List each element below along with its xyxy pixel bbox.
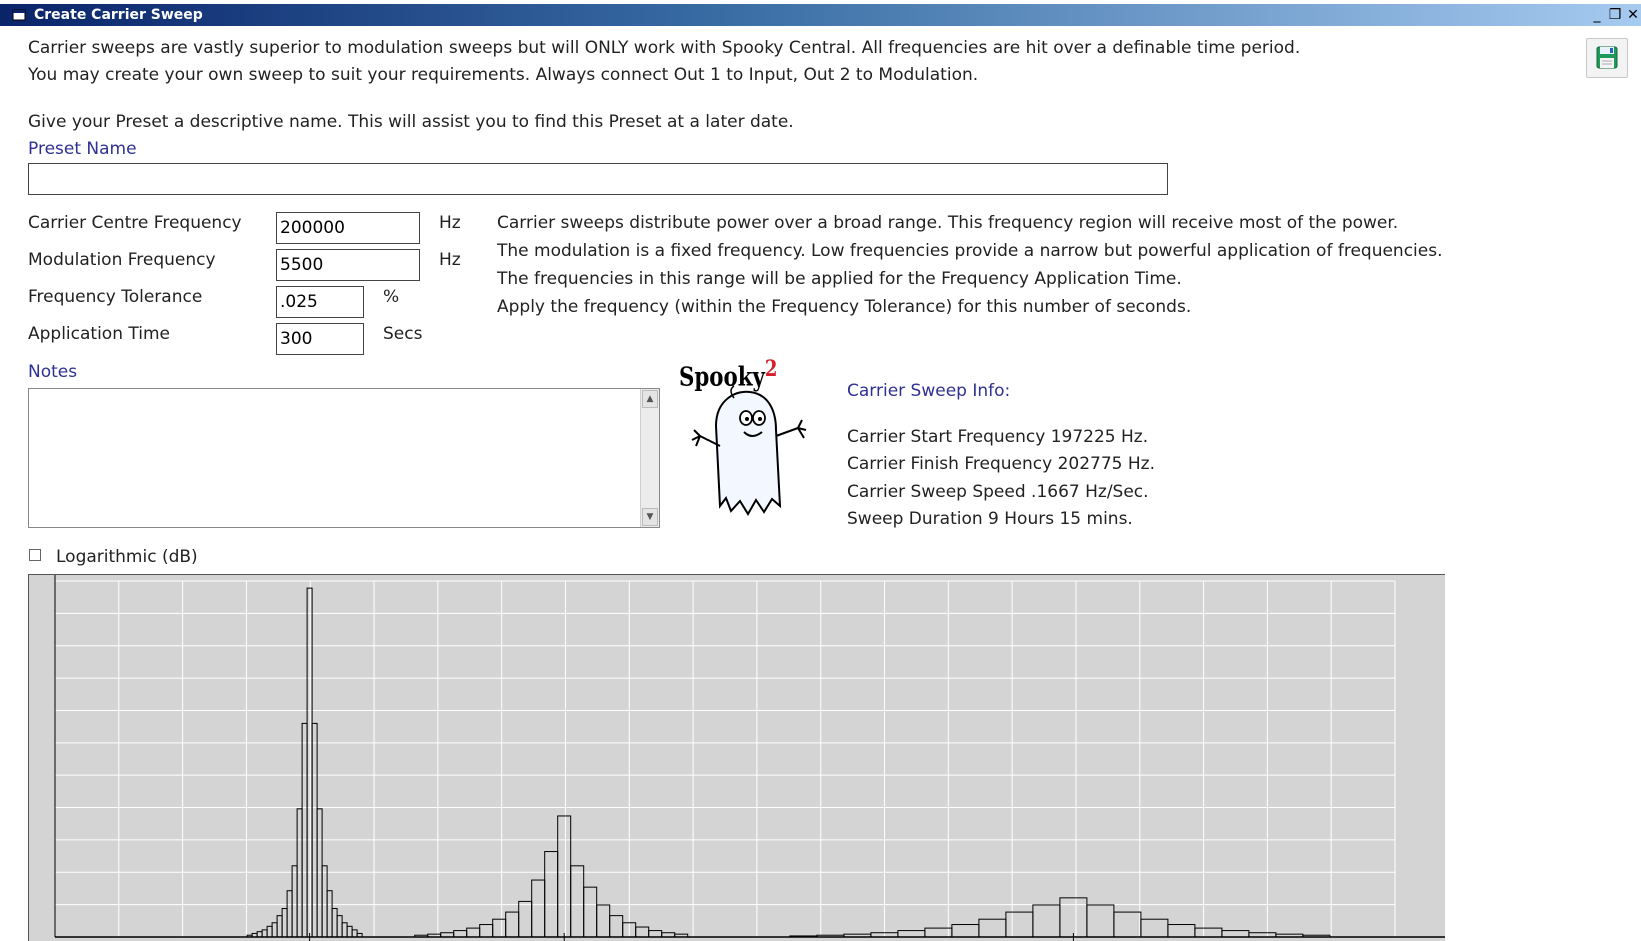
minimize-button[interactable]: _ xyxy=(1589,7,1605,23)
save-button[interactable] xyxy=(1586,38,1628,78)
application-time-input[interactable] xyxy=(276,323,364,355)
sweep-duration: Sweep Duration 9 Hours 15 mins. xyxy=(847,509,1133,529)
scroll-down-icon[interactable]: ▼ xyxy=(642,508,658,526)
window-controls: _ ❒ ✕ xyxy=(1571,4,1641,28)
preset-name-label: Preset Name xyxy=(28,139,137,159)
close-button[interactable]: ✕ xyxy=(1625,7,1641,23)
title-bar: Create Carrier Sweep xyxy=(0,4,1641,26)
sweep-speed: Carrier Sweep Speed .1667 Hz/Sec. xyxy=(847,482,1149,502)
help-line-3: The frequencies in this range will be ap… xyxy=(497,269,1182,289)
modulation-unit: Hz xyxy=(439,250,461,270)
app-icon xyxy=(12,9,26,21)
frequency-tolerance-input[interactable] xyxy=(276,286,364,318)
window-title: Create Carrier Sweep xyxy=(34,7,203,23)
carrier-centre-label: Carrier Centre Frequency xyxy=(28,213,242,233)
sweep-start-frequency: Carrier Start Frequency 197225 Hz. xyxy=(847,427,1149,447)
frequency-tolerance-label: Frequency Tolerance xyxy=(28,287,203,307)
ghost-icon xyxy=(691,385,807,516)
sweep-info-heading: Carrier Sweep Info: xyxy=(847,381,1011,401)
help-line-1: Carrier sweeps distribute power over a b… xyxy=(497,213,1399,233)
logarithmic-checkbox[interactable] xyxy=(29,549,41,561)
intro-line-2: You may create your own sweep to suit yo… xyxy=(28,65,979,85)
floppy-disk-icon xyxy=(1596,46,1618,69)
scroll-up-icon[interactable]: ▲ xyxy=(642,390,658,408)
sweep-finish-frequency: Carrier Finish Frequency 202775 Hz. xyxy=(847,454,1155,474)
chart-grid xyxy=(54,575,1445,938)
intro-line-1: Carrier sweeps are vastly superior to mo… xyxy=(28,38,1301,58)
frequency-chart xyxy=(28,574,1445,941)
notes-textarea[interactable]: ▲ ▼ xyxy=(28,388,660,528)
modulation-frequency-input[interactable] xyxy=(276,249,420,281)
intro-line-3: Give your Preset a descriptive name. Thi… xyxy=(28,112,794,132)
spooky-logo: Spooky2 xyxy=(676,356,816,536)
plot-area xyxy=(55,581,1395,937)
preset-name-input[interactable] xyxy=(28,163,1168,195)
carrier-centre-unit: Hz xyxy=(439,213,461,233)
carrier-centre-input[interactable] xyxy=(276,212,420,244)
logarithmic-label: Logarithmic (dB) xyxy=(56,547,198,567)
modulation-frequency-label: Modulation Frequency xyxy=(28,250,216,270)
notes-scrollbar[interactable]: ▲ ▼ xyxy=(640,389,659,527)
application-time-label: Application Time xyxy=(28,324,170,344)
help-line-2: The modulation is a fixed frequency. Low… xyxy=(497,241,1443,261)
tolerance-unit: % xyxy=(383,287,400,307)
chart-plot xyxy=(54,575,1445,941)
notes-label: Notes xyxy=(28,362,78,382)
restore-button[interactable]: ❒ xyxy=(1607,7,1623,23)
application-time-unit: Secs xyxy=(383,324,423,344)
help-line-4: Apply the frequency (within the Frequenc… xyxy=(497,297,1192,317)
